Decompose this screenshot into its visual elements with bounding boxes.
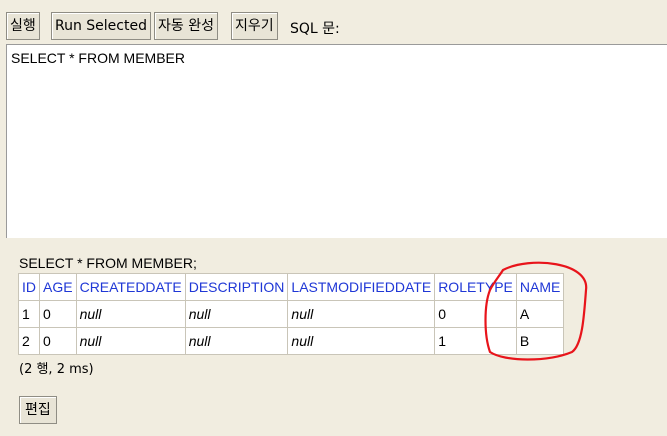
edit-button[interactable]: 편집: [19, 396, 57, 424]
cell-age: 0: [39, 300, 77, 328]
cell-name: A: [515, 300, 565, 328]
cell-createddate: null: [75, 300, 186, 328]
table-row: 2 0 null null null 1 B: [18, 327, 565, 355]
autocomplete-button[interactable]: 자동 완성: [154, 12, 218, 40]
table-row: 1 0 null null null 0 A: [18, 300, 565, 328]
clear-button[interactable]: 지우기: [231, 12, 278, 40]
execute-button[interactable]: 실행: [6, 12, 40, 40]
cell-createddate: null: [75, 327, 186, 355]
cell-lastmodifieddate: null: [287, 300, 436, 328]
cell-name: B: [515, 327, 565, 355]
sql-editor[interactable]: SELECT * FROM MEMBER: [6, 44, 667, 238]
cell-roletype: 1: [434, 327, 517, 355]
row-count-status: (2 행, 2 ms): [19, 362, 94, 377]
cell-id: 2: [18, 327, 40, 355]
cell-age: 0: [39, 327, 77, 355]
column-header-description[interactable]: DESCRIPTION: [184, 273, 289, 301]
column-header-createddate[interactable]: CREATEDDATE: [75, 273, 186, 301]
result-table: ID AGE CREATEDDATE DESCRIPTION LASTMODIF…: [18, 273, 565, 355]
column-header-age[interactable]: AGE: [39, 273, 77, 301]
cell-description: null: [184, 300, 289, 328]
column-header-id[interactable]: ID: [18, 273, 40, 301]
table-header-row: ID AGE CREATEDDATE DESCRIPTION LASTMODIF…: [18, 273, 565, 301]
cell-description: null: [184, 327, 289, 355]
cell-id: 1: [18, 300, 40, 328]
run-selected-button[interactable]: Run Selected: [51, 12, 151, 40]
column-header-name[interactable]: NAME: [515, 273, 565, 301]
toolbar: 실행 Run Selected 자동 완성 지우기 SQL 문:: [0, 0, 667, 44]
cell-roletype: 0: [434, 300, 517, 328]
column-header-roletype[interactable]: ROLETYPE: [434, 273, 517, 301]
executed-statement: SELECT * FROM MEMBER;: [19, 255, 197, 271]
column-header-lastmodifieddate[interactable]: LASTMODIFIEDDATE: [287, 273, 436, 301]
cell-lastmodifieddate: null: [287, 327, 436, 355]
sql-statement-label: SQL 문:: [290, 21, 340, 37]
